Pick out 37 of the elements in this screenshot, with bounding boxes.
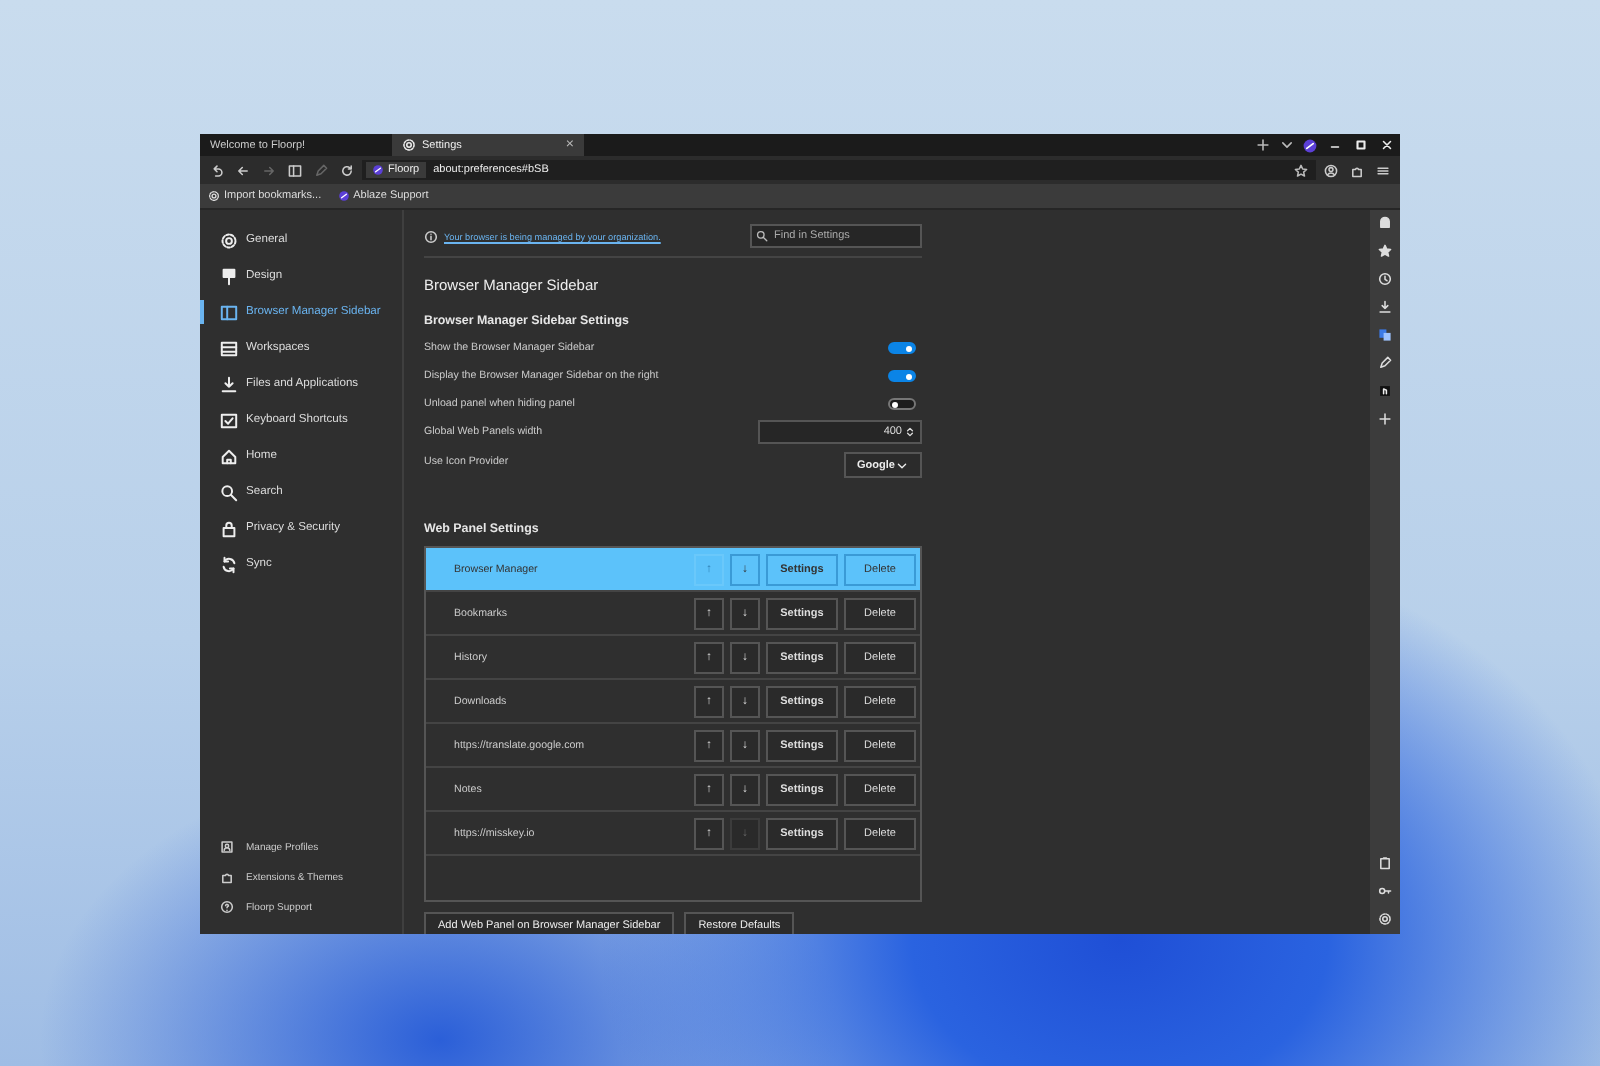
info-icon — [424, 229, 438, 243]
translate-icon[interactable] — [1378, 328, 1392, 342]
star-icon[interactable] — [1378, 244, 1392, 258]
gear-icon — [402, 138, 416, 152]
gear-icon — [220, 231, 238, 249]
layers-icon — [220, 339, 238, 357]
profile-icon — [220, 840, 234, 854]
reload-icon[interactable] — [336, 163, 358, 177]
help-icon — [220, 900, 234, 914]
back-icon[interactable] — [232, 163, 254, 177]
logo-icon — [337, 190, 350, 202]
toggle-switch[interactable] — [888, 370, 916, 382]
logo-icon[interactable] — [1298, 134, 1322, 156]
lock-icon — [220, 519, 238, 537]
download-icon[interactable] — [1378, 300, 1392, 314]
note-icon[interactable] — [1378, 384, 1392, 398]
search-icon — [756, 230, 768, 242]
toggle-switch[interactable] — [888, 342, 916, 354]
download-icon — [220, 375, 238, 393]
logo-icon — [372, 164, 384, 176]
add-icon[interactable] — [1378, 412, 1392, 426]
sidebar-icon[interactable] — [284, 163, 306, 177]
search-icon — [220, 483, 238, 501]
chevron-down-icon — [896, 459, 909, 471]
clock-icon[interactable] — [1378, 272, 1392, 286]
pencil-icon[interactable] — [1378, 356, 1392, 370]
toggle-switch[interactable] — [888, 398, 916, 410]
spinner-icon — [904, 426, 916, 438]
keyboard-icon — [220, 411, 238, 429]
star-icon[interactable] — [1294, 163, 1308, 177]
key-icon[interactable] — [1378, 884, 1392, 898]
account-icon[interactable] — [1320, 163, 1342, 177]
sidebar-icon — [220, 303, 238, 321]
gear-icon[interactable] — [1378, 912, 1392, 926]
menu-icon[interactable] — [1372, 163, 1394, 177]
sync-icon — [220, 555, 238, 573]
clipboard-icon[interactable] — [1378, 856, 1392, 870]
